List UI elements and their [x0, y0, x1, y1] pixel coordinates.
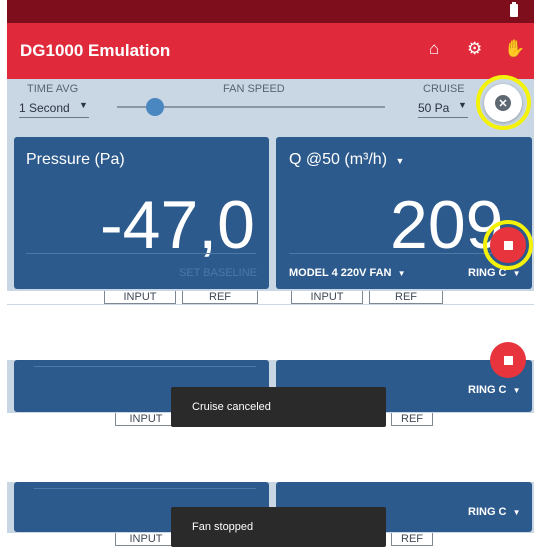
tabs-row: INPUT REF INPUT REF — [7, 291, 534, 304]
pressure-divider — [34, 488, 256, 489]
toast-cruise-canceled: Cruise canceled — [171, 387, 386, 427]
home-icon[interactable]: ⌂ — [429, 39, 439, 59]
stop-icon — [503, 355, 513, 365]
time-avg-value: 1 Second — [19, 101, 70, 115]
ring-label: RING C — [468, 384, 507, 396]
tab-ref[interactable]: REF — [369, 291, 443, 304]
cruise-select[interactable]: 50 Pa ▼ — [418, 99, 468, 118]
hand-icon[interactable]: ✋ — [504, 39, 525, 59]
fan-speed-thumb[interactable] — [145, 98, 164, 116]
stop-fan-button[interactable] — [490, 227, 526, 263]
app-title: DG1000 Emulation — [20, 41, 171, 60]
chevron-down-icon: ▼ — [458, 100, 467, 110]
ring-dropdown[interactable]: RING C ▼ — [468, 384, 520, 396]
ring-label: RING C — [468, 506, 507, 518]
tab-ref[interactable]: REF — [391, 413, 433, 426]
flow-panel: Q @50 (m³/h) ▼ 209 MODEL 4 220V FAN ▼ RI… — [276, 137, 532, 289]
cancel-cruise-button[interactable]: ✕ — [484, 84, 522, 122]
chevron-down-icon: ▼ — [512, 386, 521, 395]
chevron-down-icon: ▼ — [512, 269, 521, 278]
tab-input[interactable]: INPUT — [115, 533, 177, 546]
toast-fan-stopped: Fan stopped — [171, 507, 386, 547]
pressure-divider — [26, 253, 256, 254]
tab-input[interactable]: INPUT — [115, 413, 177, 426]
fan-speed-label: FAN SPEED — [223, 83, 285, 95]
app-bar: DG1000 Emulation ⌂ ⚙ ✋ — [7, 23, 534, 79]
tab-ref[interactable]: REF — [182, 291, 258, 304]
battery-icon — [510, 2, 518, 17]
flow-title-dropdown[interactable]: Q @50 (m³/h) ▼ — [289, 151, 404, 169]
pressure-divider — [34, 366, 256, 367]
chevron-down-icon: ▼ — [397, 269, 406, 278]
time-avg-label: TIME AVG — [27, 83, 79, 95]
tab-ref[interactable]: REF — [391, 533, 433, 546]
chevron-down-icon: ▼ — [79, 100, 88, 110]
chevron-down-icon: ▼ — [395, 156, 405, 166]
close-icon: ✕ — [495, 95, 511, 111]
set-baseline-button[interactable]: SET BASELINE — [179, 267, 257, 279]
time-avg-select[interactable]: 1 Second ▼ — [19, 99, 89, 118]
time-avg-underline — [19, 117, 89, 118]
controls-bar: TIME AVG 1 Second ▼ FAN SPEED CRUISE 50 … — [7, 75, 534, 135]
stop-icon — [503, 240, 513, 250]
chevron-down-icon: ▼ — [512, 508, 521, 517]
stop-fan-button[interactable] — [490, 342, 526, 378]
ring-dropdown[interactable]: RING C ▼ — [468, 506, 520, 518]
flow-divider — [289, 253, 499, 254]
gear-icon[interactable]: ⚙ — [467, 39, 482, 59]
pressure-title: Pressure (Pa) — [26, 151, 125, 168]
cruise-underline — [418, 117, 468, 118]
fan-model-dropdown[interactable]: MODEL 4 220V FAN ▼ — [289, 267, 405, 279]
fan-model: MODEL 4 220V FAN — [289, 267, 392, 279]
cruise-value: 50 Pa — [418, 101, 450, 115]
pressure-panel: Pressure (Pa) -47,0 SET BASELINE — [14, 137, 269, 289]
flow-title: Q @50 (m³/h) — [289, 151, 388, 168]
tab-input[interactable]: INPUT — [104, 291, 176, 304]
cruise-label: CRUISE — [423, 83, 465, 95]
tab-input[interactable]: INPUT — [291, 291, 363, 304]
status-bar — [7, 0, 534, 23]
pressure-value: -47,0 — [100, 187, 255, 263]
